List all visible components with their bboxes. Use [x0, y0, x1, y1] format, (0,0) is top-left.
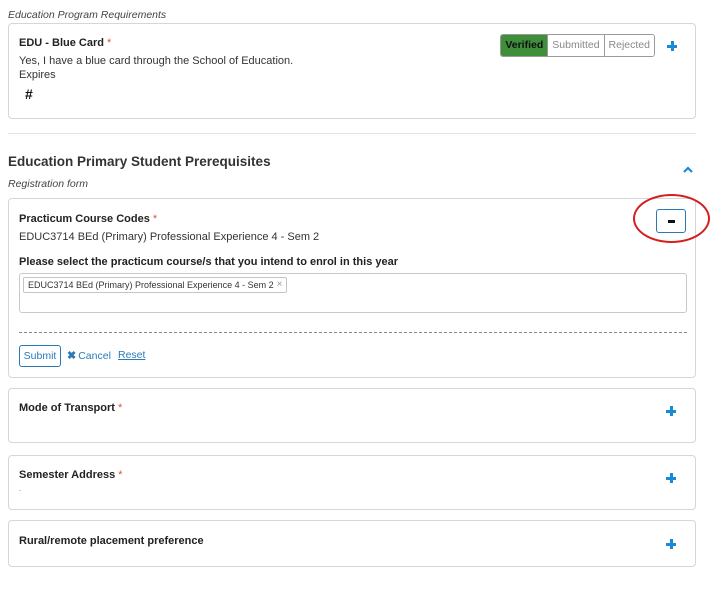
semester-address-title: Semester Address *: [19, 469, 123, 481]
selected-course-chip: EDUC3714 BEd (Primary) Professional Expe…: [23, 277, 288, 293]
form-separator: [19, 332, 687, 333]
chevron-up-icon[interactable]: [682, 165, 694, 173]
required-marker: *: [117, 402, 123, 414]
mode-of-transport-title: Mode of Transport *: [19, 402, 123, 414]
practicum-multiselect[interactable]: EDUC3714 BEd (Primary) Professional Expe…: [19, 273, 687, 313]
status-submitted-button[interactable]: Submitted: [547, 35, 604, 56]
blue-card-expires-label: Expires: [19, 69, 56, 81]
blue-card-title: EDU - Blue Card *: [19, 37, 112, 49]
close-icon: ✖: [67, 350, 77, 362]
required-marker: *: [106, 37, 112, 49]
practicum-select-label: Please select the practicum course/s tha…: [19, 256, 399, 268]
required-marker: *: [118, 469, 123, 481]
section-divider: [8, 133, 696, 134]
cancel-label: Cancel: [78, 349, 111, 362]
semester-address-value: -: [19, 488, 21, 494]
plus-icon[interactable]: [664, 404, 678, 418]
chip-label: EDUC3714 BEd (Primary) Professional Expe…: [28, 280, 274, 290]
practicum-title: Practicum Course Codes *: [19, 213, 158, 225]
plus-icon[interactable]: [664, 471, 678, 485]
status-toggle-group: Verified Submitted Rejected: [500, 34, 655, 57]
practicum-current-value: EDUC3714 BEd (Primary) Professional Expe…: [19, 231, 320, 243]
required-marker: *: [152, 213, 158, 225]
mode-of-transport-panel: Mode of Transport *: [8, 388, 696, 443]
rural-placement-title: Rural/remote placement preference: [19, 535, 204, 547]
reset-link[interactable]: Reset: [118, 349, 145, 361]
plus-icon[interactable]: [664, 537, 678, 551]
rural-placement-panel: Rural/remote placement preference: [8, 520, 696, 567]
status-rejected-button[interactable]: Rejected: [603, 35, 654, 56]
plus-icon[interactable]: [665, 39, 679, 53]
section-heading-primary-prerequisites: Education Primary Student Prerequisites: [8, 154, 271, 169]
submit-button[interactable]: Submit: [19, 345, 61, 367]
blue-card-panel: EDU - Blue Card * Yes, I have a blue card…: [8, 23, 696, 119]
blue-card-answer: Yes, I have a blue card through the Scho…: [19, 55, 294, 67]
registration-form-caption: Registration form: [8, 178, 88, 190]
highlight-circle: [633, 194, 710, 243]
practicum-panel: Practicum Course Codes * EDUC3714 BEd (Pr…: [8, 198, 696, 378]
hash-icon: #: [25, 86, 33, 102]
status-verified-button[interactable]: Verified: [501, 35, 548, 56]
cancel-button[interactable]: ✖ Cancel: [67, 349, 111, 363]
semester-address-panel: Semester Address * -: [8, 455, 696, 510]
chip-remove-icon[interactable]: ×: [277, 278, 283, 292]
section-caption-education-requirements: Education Program Requirements: [8, 9, 167, 21]
